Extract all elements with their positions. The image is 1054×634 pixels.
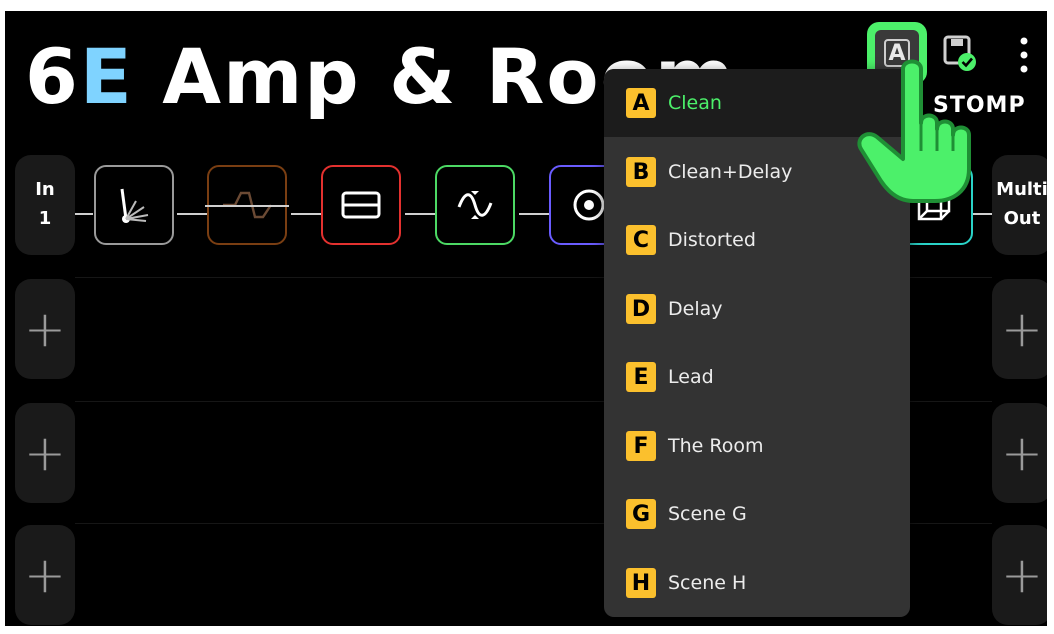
scene-menu-item-e[interactable]: E Lead [604, 343, 910, 411]
preset-bank-letter: E [79, 32, 134, 121]
output-label: Multi [996, 179, 1047, 201]
bypass-line [205, 205, 289, 207]
amp-block[interactable] [321, 165, 401, 245]
scene-menu-item-h[interactable]: H Scene H [604, 549, 910, 617]
scene-letter-badge: B [626, 157, 656, 187]
output-block[interactable]: Multi Out [992, 155, 1047, 255]
add-input-button[interactable]: + [15, 403, 75, 503]
scene-label: Distorted [668, 229, 756, 251]
output-label-2: Out [1003, 208, 1041, 229]
scene-letter-badge: C [626, 225, 656, 255]
scene-menu-item-c[interactable]: C Distorted [604, 206, 910, 274]
stomp-view-label[interactable]: STOMP [933, 93, 1026, 118]
scene-label: Clean+Delay [668, 161, 793, 183]
scene-letter-badge: A [626, 88, 656, 118]
more-options-button[interactable] [1011, 31, 1037, 79]
scene-menu-item-f[interactable]: F The Room [604, 412, 910, 480]
add-output-button[interactable]: + [992, 525, 1047, 625]
preset-number: 6 [25, 32, 80, 121]
scene-menu-item-a[interactable]: A Clean [604, 69, 910, 137]
save-button[interactable] [941, 33, 981, 75]
input-number: 1 [38, 208, 52, 229]
scene-letter-badge: E [626, 362, 656, 392]
modulation-block[interactable] [435, 165, 515, 245]
scene-letter-badge: D [626, 294, 656, 324]
signal-line [75, 213, 93, 215]
scene-letter-badge: G [626, 499, 656, 529]
modulation-icon [457, 191, 493, 219]
input-label: In [35, 179, 55, 201]
scene-menu-item-d[interactable]: D Delay [604, 275, 910, 343]
scene-letter-badge: H [626, 568, 656, 598]
signal-line [519, 213, 549, 215]
scene-label: Scene H [668, 572, 747, 594]
scene-letter-badge: F [626, 431, 656, 461]
scene-menu: A Clean B Clean+Delay C Distorted D Dela… [604, 69, 910, 617]
add-output-button[interactable]: + [992, 403, 1047, 503]
scene-label: Clean [668, 92, 722, 114]
scene-label: Delay [668, 298, 723, 320]
scene-label: Scene G [668, 503, 747, 525]
current-scene-letter: A [884, 39, 910, 67]
input-block[interactable]: In 1 [15, 155, 75, 255]
scene-menu-item-g[interactable]: G Scene G [604, 480, 910, 548]
signal-line [973, 213, 992, 215]
add-input-button[interactable]: + [15, 279, 75, 379]
add-output-button[interactable]: + [992, 279, 1047, 379]
scene-label: Lead [668, 366, 714, 388]
signal-line [177, 213, 207, 215]
more-vertical-icon [1020, 37, 1028, 73]
signal-line [291, 213, 321, 215]
app-screen: 6E Amp & Room STOMP A In 1 Multi Out + +… [5, 11, 1047, 626]
scene-menu-item-b[interactable]: B Clean+Delay [604, 138, 910, 206]
scene-label: The Room [668, 435, 764, 457]
signal-line [405, 213, 435, 215]
room-icon [917, 187, 951, 221]
eq-block-bypassed[interactable] [205, 165, 289, 245]
dynamics-icon [120, 188, 149, 223]
add-input-button[interactable]: + [15, 525, 75, 625]
save-icon [943, 35, 976, 71]
amp-icon [341, 191, 381, 219]
dynamics-block[interactable] [94, 165, 174, 245]
